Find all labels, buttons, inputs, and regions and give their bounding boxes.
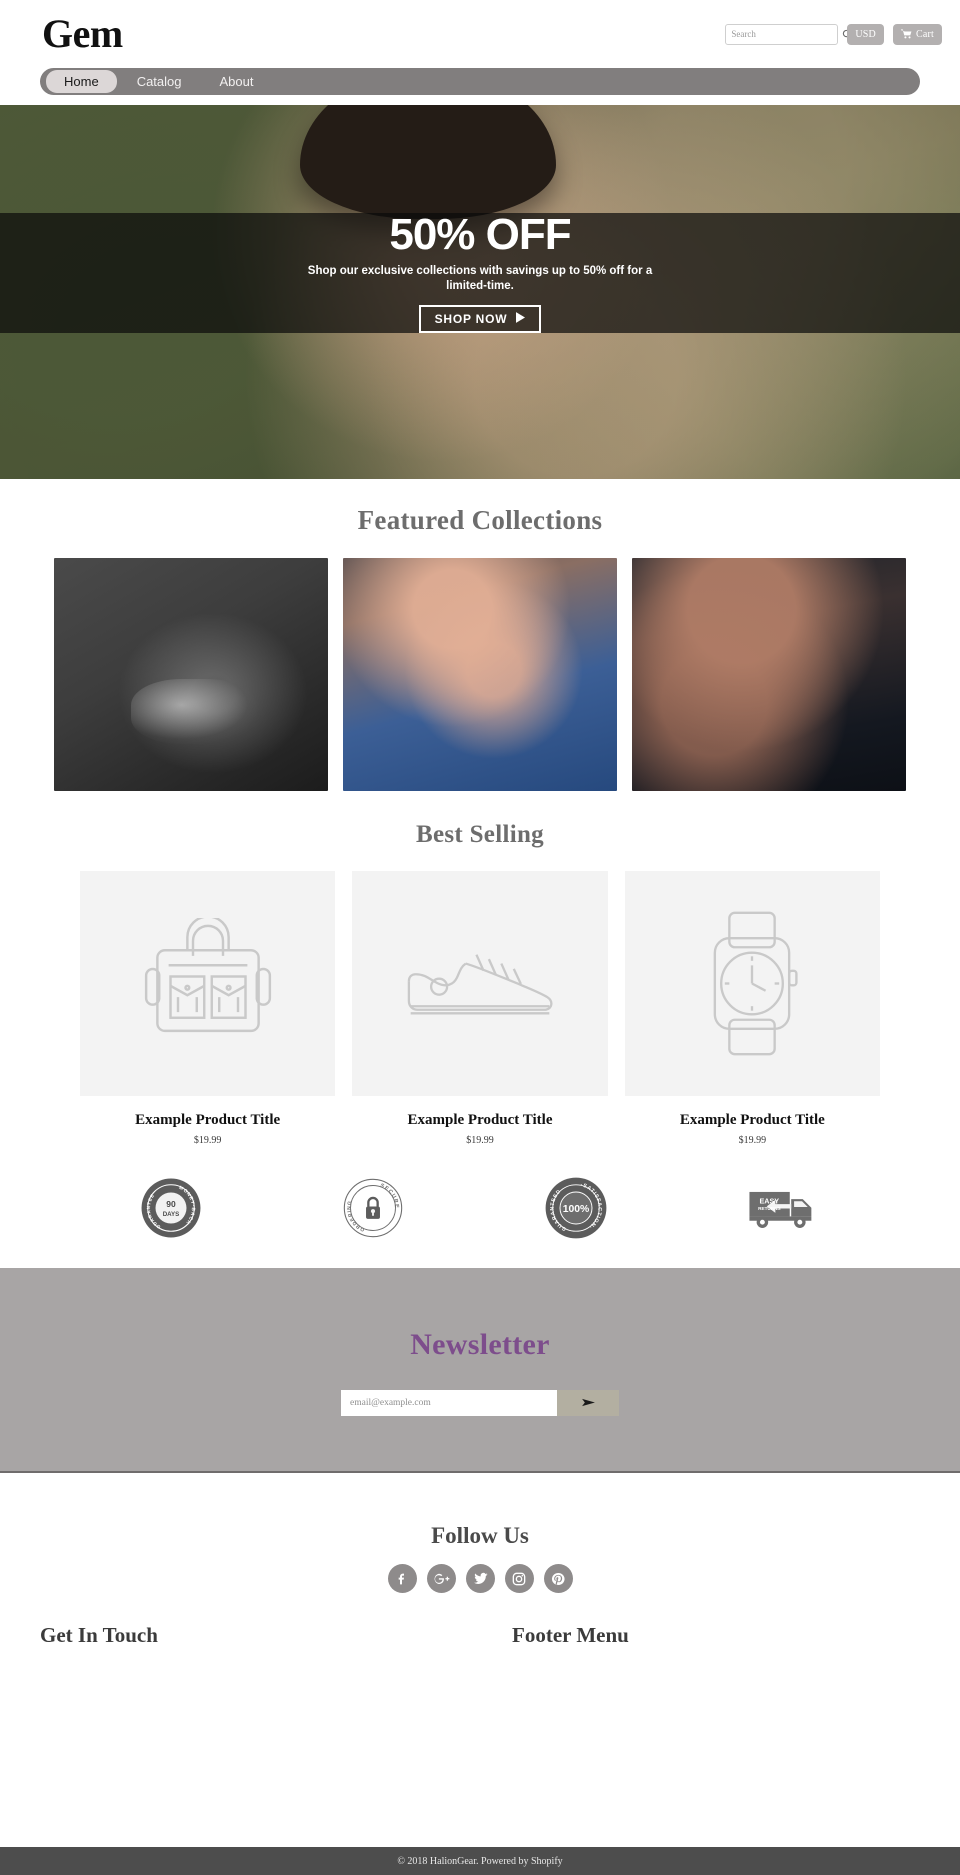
nav-item-catalog[interactable]: Catalog xyxy=(119,70,200,94)
brand-logo[interactable]: Gem xyxy=(42,14,123,54)
watch-icon xyxy=(693,911,811,1056)
cart-button[interactable]: Cart xyxy=(892,23,942,45)
svg-text:100%: 100% xyxy=(563,1204,590,1215)
copyright-text: © 2018 HalionGear. Powered by Shopify xyxy=(397,1855,563,1867)
svg-text:ORDERING: ORDERING xyxy=(346,1200,365,1233)
currency-selector[interactable]: USD xyxy=(847,23,884,45)
money-back-90-days-badge: 90 DAYS MONEY·BACK GUARANTEE xyxy=(140,1177,202,1239)
svg-text:DAYS: DAYS xyxy=(163,1211,180,1218)
best-selling-section: Best Selling Example Product Title $19.9… xyxy=(0,821,960,1146)
google-plus-icon[interactable] xyxy=(426,1564,456,1593)
hero-title: 50% OFF xyxy=(389,210,571,260)
hero-content: 50% OFF Shop our exclusive collections w… xyxy=(0,213,960,333)
footer-columns: Get In Touch Footer Menu xyxy=(0,1593,960,1648)
collection-card-rings[interactable] xyxy=(54,558,328,791)
hero-banner: 50% OFF Shop our exclusive collections w… xyxy=(0,105,960,479)
footer-column-footer-menu: Footer Menu xyxy=(448,1623,920,1648)
bag-icon xyxy=(133,917,283,1050)
footer-menu-title: Footer Menu xyxy=(512,1623,629,1647)
cart-label: Cart xyxy=(915,28,934,40)
newsletter-form xyxy=(341,1390,619,1416)
collection-card-ring-turquoise[interactable] xyxy=(343,558,617,791)
product-title: Example Product Title xyxy=(135,1112,281,1128)
pinterest-icon[interactable] xyxy=(543,1564,573,1593)
trust-badges-row: 90 DAYS MONEY·BACK GUARANTEE SECURE ORDE xyxy=(0,1172,960,1244)
newsletter-title: Newsletter xyxy=(410,1328,550,1361)
twitter-icon[interactable] xyxy=(465,1564,495,1593)
best-selling-grid: Example Product Title $19.99 Example Pro… xyxy=(0,871,960,1146)
follow-us-title: Follow Us xyxy=(431,1523,529,1548)
easy-returns-badge: EASY RETURNS xyxy=(748,1186,820,1231)
follow-us-section: Follow Us xyxy=(0,1473,960,1593)
main-navigation-wrapper: Home Catalog About xyxy=(0,68,960,99)
newsletter-email-input[interactable] xyxy=(341,1390,557,1416)
instagram-icon[interactable] xyxy=(504,1564,534,1593)
main-navigation: Home Catalog About xyxy=(40,68,920,95)
product-title: Example Product Title xyxy=(407,1112,553,1128)
facebook-icon[interactable] xyxy=(387,1564,417,1593)
featured-collections-grid xyxy=(0,558,960,791)
site-header: Gem USD Cart xyxy=(0,0,960,68)
product-image-placeholder xyxy=(352,871,608,1096)
shoe-icon xyxy=(400,935,560,1033)
play-arrow-icon xyxy=(516,311,526,326)
shop-now-label: SHOP NOW xyxy=(434,311,508,326)
hero-hat-shape xyxy=(300,105,556,219)
copyright-bar: © 2018 HalionGear. Powered by Shopify xyxy=(0,1847,960,1875)
hero-subtitle: Shop our exclusive collections with savi… xyxy=(307,265,653,292)
product-image-placeholder xyxy=(80,871,336,1096)
product-image-placeholder xyxy=(624,871,880,1096)
social-links xyxy=(0,1564,960,1593)
product-title: Example Product Title xyxy=(679,1112,825,1128)
satisfaction-guaranteed-badge: 100% ·SATISFACTION· GUARANTEED xyxy=(544,1176,608,1240)
featured-collections-title: Featured Collections xyxy=(357,505,603,535)
nav-item-home[interactable]: Home xyxy=(46,69,117,94)
svg-text:EASY: EASY xyxy=(760,1196,780,1205)
product-price: $19.99 xyxy=(738,1135,767,1146)
header-actions: USD Cart xyxy=(725,23,942,45)
best-selling-title: Best Selling xyxy=(416,821,544,848)
product-price: $19.99 xyxy=(466,1135,494,1146)
product-card[interactable]: Example Product Title $19.99 xyxy=(80,871,336,1146)
cart-icon xyxy=(900,29,913,39)
search-input[interactable] xyxy=(731,29,843,39)
product-card[interactable]: Example Product Title $19.99 xyxy=(624,871,880,1146)
newsletter-submit-button[interactable] xyxy=(557,1390,619,1416)
svg-text:90: 90 xyxy=(166,1199,176,1209)
product-price: $19.99 xyxy=(193,1135,222,1146)
send-arrow-icon xyxy=(581,1396,595,1411)
svg-text:RETURNS: RETURNS xyxy=(758,1205,781,1210)
shop-now-button[interactable]: SHOP NOW xyxy=(418,304,542,333)
collection-card-necklace[interactable] xyxy=(632,558,906,791)
featured-collections-section: Featured Collections xyxy=(0,479,960,791)
search-box[interactable] xyxy=(725,23,853,45)
currency-label: USD xyxy=(855,28,876,40)
secure-ordering-badge: SECURE ORDERING xyxy=(342,1177,404,1239)
footer-column-get-in-touch: Get In Touch xyxy=(40,1623,448,1648)
get-in-touch-title: Get In Touch xyxy=(40,1623,158,1647)
svg-text:SECURE: SECURE xyxy=(379,1183,399,1209)
nav-item-about[interactable]: About xyxy=(202,70,272,94)
newsletter-section: Newsletter xyxy=(0,1268,960,1473)
product-card[interactable]: Example Product Title $19.99 xyxy=(352,871,608,1146)
